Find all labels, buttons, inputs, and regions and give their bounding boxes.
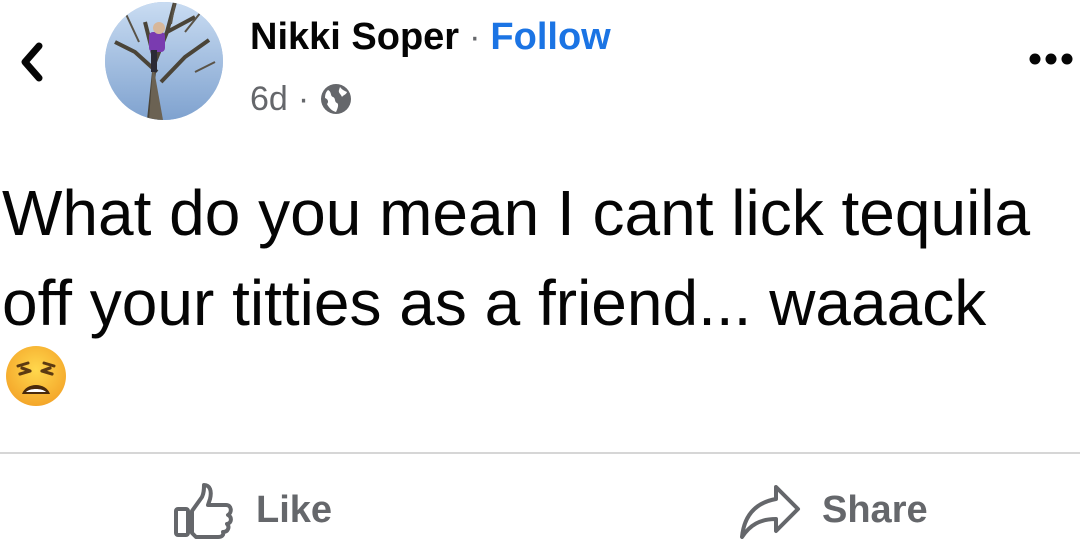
avatar[interactable] xyxy=(105,2,223,120)
share-arrow-icon xyxy=(740,485,800,539)
like-label: Like xyxy=(256,488,333,531)
follow-button[interactable]: Follow xyxy=(490,16,610,59)
post-age[interactable]: 6d xyxy=(250,80,288,119)
thumbs-up-icon xyxy=(174,483,233,539)
weary-face-emoji xyxy=(6,346,66,406)
author-name[interactable]: Nikki Soper xyxy=(250,16,459,59)
post-body-text: What do you mean I cant lick tequila off… xyxy=(2,177,1031,339)
meta-separator: · xyxy=(297,79,310,118)
share-label: Share xyxy=(822,488,928,531)
back-button[interactable] xyxy=(14,40,50,84)
globe-icon xyxy=(321,84,352,114)
like-button[interactable]: Like xyxy=(172,478,332,542)
chevron-left-icon xyxy=(21,42,43,82)
name-separator: · xyxy=(469,17,481,56)
more-options-button[interactable] xyxy=(1028,42,1074,76)
share-button[interactable]: Share xyxy=(738,478,928,542)
post-header-name-row: Nikki Soper · Follow xyxy=(250,12,611,62)
more-horizontal-icon xyxy=(1029,53,1073,65)
post-meta: 6d · xyxy=(250,76,353,122)
action-divider xyxy=(0,452,1080,454)
